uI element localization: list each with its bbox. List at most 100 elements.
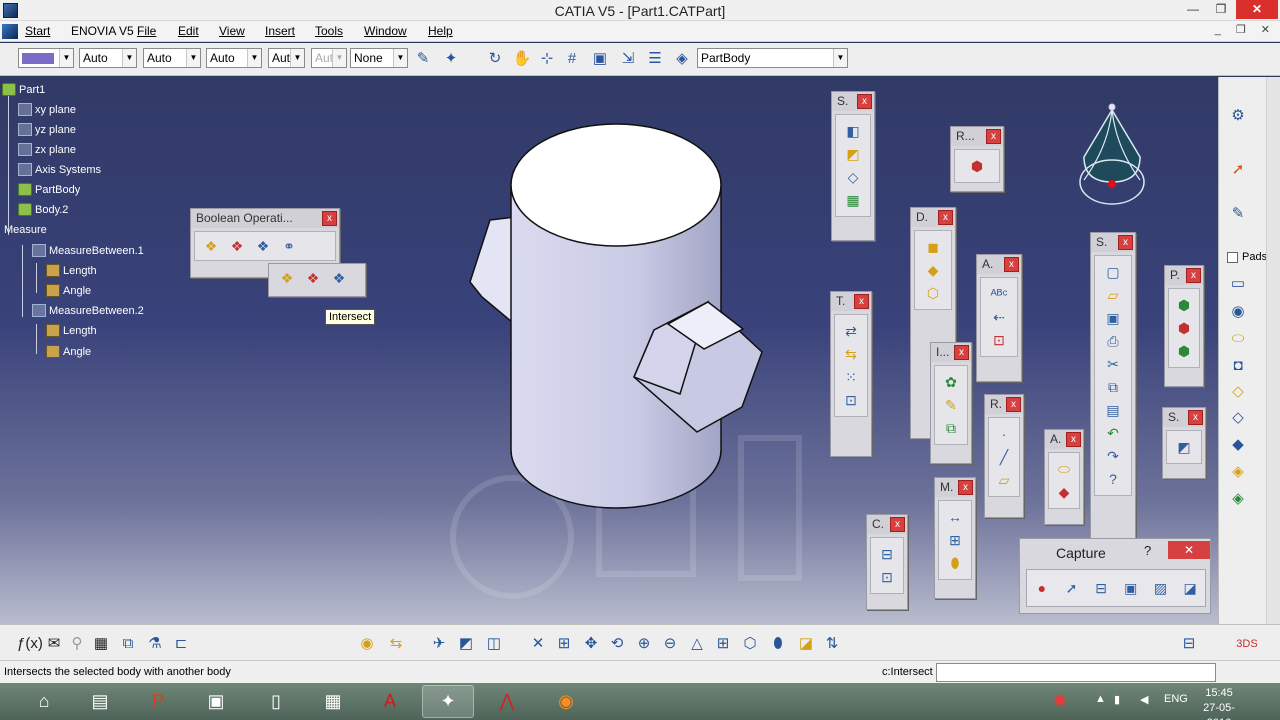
tree-node-zx-plane[interactable]: zx plane [18, 143, 76, 156]
swap-visible-icon[interactable]: ⇆ [385, 633, 407, 655]
eraser-icon[interactable]: ◇ [843, 167, 863, 187]
tree-node-root[interactable]: Part1 [2, 83, 45, 96]
surface-icon[interactable]: ◩ [843, 144, 863, 164]
scale-icon[interactable]: ⊡ [841, 390, 861, 410]
close-icon[interactable]: x [1006, 397, 1021, 412]
toolbar-title[interactable]: S. x [832, 92, 874, 111]
network-icon[interactable]: ⊟ [1178, 633, 1200, 655]
toolbar-title[interactable]: R. x [985, 395, 1023, 414]
redo-icon[interactable]: ↷ [1103, 446, 1123, 466]
add-icon[interactable]: ❖ [227, 236, 247, 256]
view-icon[interactable]: ◩ [455, 633, 477, 655]
stiffener-icon[interactable]: ◆ [1227, 434, 1249, 456]
hide-icon[interactable]: ◪ [795, 633, 817, 655]
list-icon[interactable]: ☰ [645, 49, 665, 69]
fillet-icon[interactable]: ◼ [923, 237, 943, 257]
powerpoint-icon[interactable]: P [132, 685, 184, 718]
undo-icon[interactable]: ↶ [1103, 423, 1123, 443]
fly-mode-icon[interactable]: ✋ [512, 49, 532, 69]
checkbox[interactable] [1227, 251, 1238, 263]
language-indicator[interactable]: ENG [1164, 693, 1188, 705]
toolbar-title[interactable]: P. x [1165, 266, 1203, 285]
close-icon[interactable]: x [857, 94, 872, 109]
album-icon[interactable]: ▣ [1121, 578, 1141, 598]
toolbar-title[interactable]: S. x [1163, 408, 1205, 427]
close-icon[interactable]: x [1066, 432, 1081, 447]
binary-icon[interactable]: # [562, 49, 582, 69]
compass[interactable] [1074, 102, 1154, 212]
close-icon[interactable]: x [954, 345, 969, 360]
command-input[interactable] [936, 663, 1216, 682]
text-icon[interactable]: ᴬᴮᶜ [989, 284, 1009, 304]
point-icon[interactable]: · [994, 424, 1014, 444]
select-icon[interactable]: ➚ [1227, 159, 1249, 181]
capture-options-icon[interactable]: ⊟ [1091, 578, 1111, 598]
menu-help[interactable]: Help [428, 24, 453, 38]
pad-icon[interactable]: ▭ [1227, 273, 1249, 295]
zoom-in-icon[interactable]: ⊕ [633, 633, 655, 655]
fly-icon[interactable]: ✈ [428, 633, 450, 655]
swap-space-icon[interactable]: ⇅ [821, 633, 843, 655]
menu-tools[interactable]: Tools [315, 24, 343, 38]
slot-icon[interactable]: ◇ [1227, 407, 1249, 429]
tree-node-partbody[interactable]: PartBody [18, 183, 80, 196]
update-icon[interactable]: ↻ [485, 49, 505, 69]
close-icon[interactable]: ✕ [1168, 541, 1210, 559]
copy-icon[interactable]: ⧉ [1103, 377, 1123, 397]
draft-icon[interactable]: ⬡ [923, 283, 943, 303]
tree-node-angle[interactable]: Angle [46, 284, 91, 297]
apply-material-icon[interactable]: ⚗ [144, 633, 166, 655]
color-combo[interactable]: ▼ [18, 48, 74, 68]
help-icon[interactable]: ? [1103, 469, 1123, 489]
shading-icon[interactable]: ⬮ [767, 633, 789, 655]
sketch-icon[interactable]: ◧ [843, 121, 863, 141]
annotation-plane-icon[interactable]: ⊡ [989, 330, 1009, 350]
close-icon[interactable]: x [890, 517, 905, 532]
close-icon[interactable]: x [986, 129, 1001, 144]
remove-loft-icon[interactable]: ◈ [1227, 488, 1249, 510]
toolbar-title[interactable]: A. x [1045, 430, 1083, 449]
iso-view-icon[interactable]: ⬡ [739, 633, 761, 655]
toolbar-title[interactable]: R... x [951, 127, 1003, 146]
geometrical-set-icon[interactable]: ✎ [941, 395, 961, 415]
help-icon[interactable]: ? [1144, 543, 1151, 558]
menu-insert[interactable]: Insert [265, 24, 295, 38]
network-icon[interactable]: ▮ [1114, 693, 1120, 706]
translate-icon[interactable]: ⇄ [841, 321, 861, 341]
pan-icon[interactable]: ✥ [580, 633, 602, 655]
gear-icon[interactable]: ⚙ [1227, 105, 1249, 127]
photos-icon[interactable]: ▣ [190, 685, 242, 718]
tree-node-xy-plane[interactable]: xy plane [18, 103, 76, 116]
normal-view-icon[interactable]: △ [686, 633, 708, 655]
autocad-icon[interactable]: A [364, 685, 416, 718]
thick-surface-icon[interactable]: ◩ [1174, 437, 1194, 457]
zoom-area-icon[interactable]: ⊞ [553, 633, 575, 655]
constraint-defined-icon[interactable]: ⊡ [877, 567, 897, 587]
tray-chevron-icon[interactable]: ▲ [1095, 693, 1106, 705]
maximize-button[interactable]: ❐ [1208, 0, 1234, 19]
comment-icon[interactable]: ✉ [43, 633, 65, 655]
close-icon[interactable]: x [1186, 268, 1201, 283]
render-icon[interactable]: ⬢ [967, 156, 987, 176]
union-trim-icon[interactable]: ⚭ [279, 236, 299, 256]
pads-checkbox[interactable]: Pads [1227, 251, 1267, 263]
volume-icon[interactable]: ◀ [1140, 693, 1148, 706]
chamfer-icon[interactable]: ◆ [923, 260, 943, 280]
plane-icon[interactable]: ▱ [994, 470, 1014, 490]
hole-icon[interactable]: ◘ [1227, 355, 1249, 377]
close-icon[interactable]: x [1004, 257, 1019, 272]
formula-icon[interactable]: ƒ(x) [17, 633, 43, 655]
painter-icon[interactable]: ✎ [413, 49, 433, 69]
measure-inertia-icon[interactable]: ⬮ [945, 553, 965, 573]
clock[interactable]: 15:45 27-05-2016 [1196, 686, 1242, 720]
mirror-icon[interactable]: ⇆ [841, 344, 861, 364]
knowledge-icon[interactable]: ⚲ [66, 633, 88, 655]
document-icon[interactable] [2, 24, 18, 39]
tree-node-length[interactable]: Length [46, 264, 97, 277]
loft-icon[interactable]: ◈ [1227, 461, 1249, 483]
hide-show-icon[interactable]: ◉ [356, 633, 378, 655]
pocket-icon[interactable]: ◉ [1227, 301, 1249, 323]
toolbar-title[interactable]: A. x [977, 255, 1021, 274]
capture-settings-icon[interactable]: ◪ [1180, 578, 1200, 598]
tree-node-body2[interactable]: Body.2 [18, 203, 68, 216]
